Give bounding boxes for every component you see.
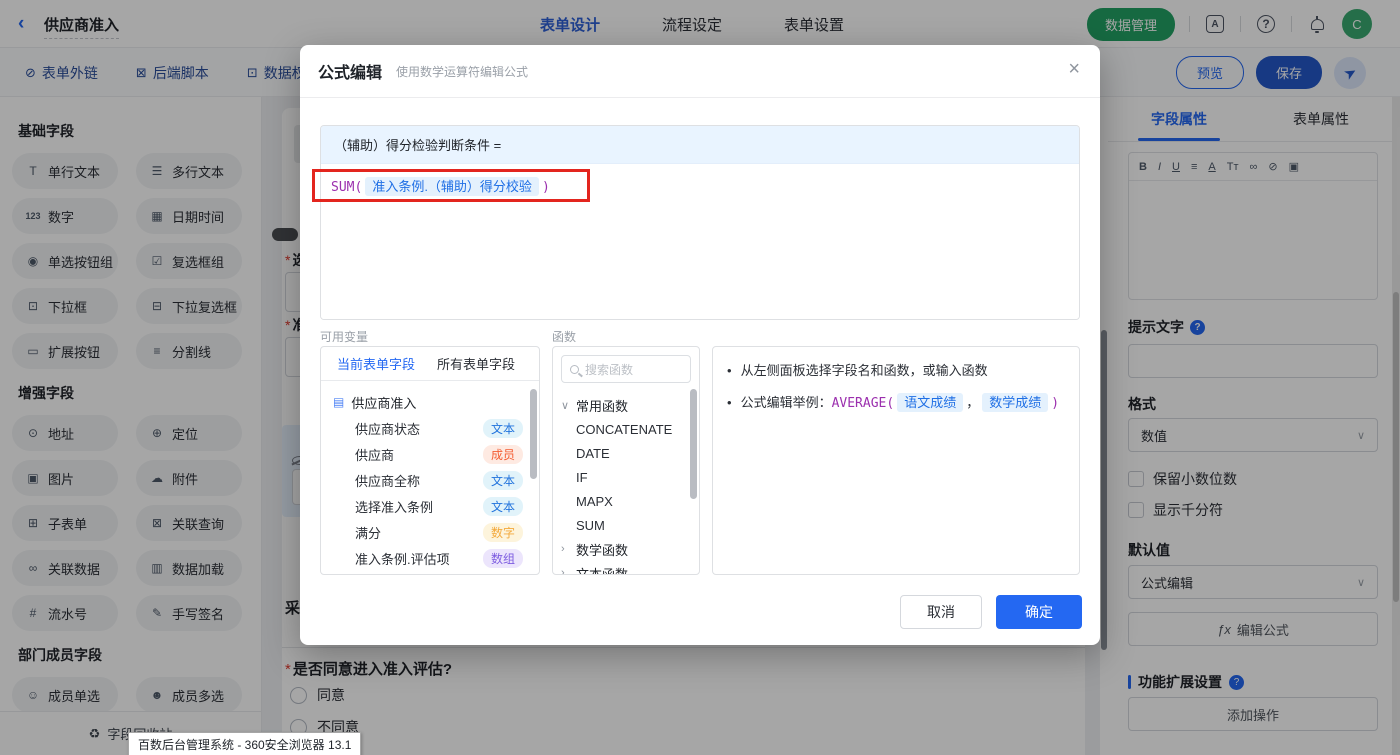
variable-row[interactable]: 供应商全称 文本 (333, 467, 529, 493)
function-group-math[interactable]: › 数学函数 (561, 537, 699, 561)
function-item-concatenate[interactable]: CONCATENATE (561, 417, 699, 441)
variables-tree: ▤ 供应商准入 供应商状态 文本 供应商 成员 供应商全称 文本 选择准入条例 (321, 381, 539, 571)
variable-name: 供应商 (355, 445, 394, 464)
variable-row[interactable]: 满分 数字 (333, 519, 529, 545)
type-badge: 文本 (483, 497, 523, 516)
formula-target-text: （辅助）得分检验判断条件 = (334, 135, 501, 154)
formula-editor-box: （辅助）得分检验判断条件 = SUM(准入条例.（辅助）得分校验) (320, 125, 1080, 320)
variable-row[interactable]: 供应商 成员 (333, 441, 529, 467)
dialog-title: 公式编辑 (318, 59, 382, 83)
variable-name: 供应商状态 (355, 419, 420, 438)
search-placeholder: 搜索函数 (585, 361, 633, 378)
functions-scrollbar-thumb[interactable] (690, 389, 697, 499)
hint-text: 从左侧面板选择字段名和函数，或输入函数 (741, 361, 988, 381)
example-close-paren: ) (1051, 396, 1059, 411)
function-item-mapx[interactable]: MAPX (561, 489, 699, 513)
hint-panel: • 从左侧面板选择字段名和函数，或输入函数 • 公式编辑举例：AVERAGE(语… (712, 346, 1080, 575)
formula-close-paren: ) (542, 180, 550, 195)
variables-panel: 当前表单字段 所有表单字段 ▤ 供应商准入 供应商状态 文本 供应商 成员 供应… (320, 346, 540, 575)
variables-tabs: 当前表单字段 所有表单字段 (321, 347, 539, 381)
group-label: 文本函数 (576, 564, 628, 576)
formula-edit-dialog: 公式编辑 使用数学运算符编辑公式 × （辅助）得分检验判断条件 = SUM(准入… (300, 45, 1100, 645)
variable-name: 选择准入条例 (355, 497, 433, 516)
type-badge: 成员 (483, 445, 523, 464)
formula-target-bar: （辅助）得分检验判断条件 = (321, 126, 1079, 164)
hint-line-1: • 从左侧面板选择字段名和函数，或输入函数 (727, 361, 1065, 381)
search-icon (570, 365, 579, 374)
functions-label: 函数 (552, 328, 576, 345)
hint-example: 公式编辑举例：AVERAGE(语文成绩，数学成绩) (741, 393, 1060, 414)
variables-label: 可用变量 (320, 328, 368, 345)
cancel-button[interactable]: 取消 (900, 595, 982, 629)
example-token: 语文成绩 (897, 393, 963, 412)
variable-name: 满分 (355, 523, 381, 542)
tree-root-form[interactable]: ▤ 供应商准入 (333, 389, 529, 415)
formula-input-area[interactable]: SUM(准入条例.（辅助）得分校验) (321, 164, 1079, 320)
variable-row[interactable]: 供应商状态 文本 (333, 415, 529, 441)
bullet-icon: • (727, 361, 732, 381)
variable-name: 供应商全称 (355, 471, 420, 490)
tree-root-label: 供应商准入 (351, 393, 416, 412)
variable-row[interactable]: 选择准入条例 文本 (333, 493, 529, 519)
close-icon[interactable]: × (1068, 59, 1080, 79)
type-badge: 数字 (483, 523, 523, 542)
tab-current-form-fields[interactable]: 当前表单字段 (337, 354, 415, 373)
type-badge: 数组 (483, 549, 523, 568)
variable-row[interactable]: 准入条例.评估项 数组 (333, 545, 529, 571)
confirm-button[interactable]: 确定 (996, 595, 1082, 629)
dialog-subtitle: 使用数学运算符编辑公式 (396, 63, 528, 80)
bullet-icon: • (727, 393, 732, 414)
formula-field-token[interactable]: 准入条例.（辅助）得分校验 (365, 177, 539, 196)
function-search-input[interactable]: 搜索函数 (561, 355, 691, 383)
variables-scrollbar-thumb[interactable] (530, 389, 537, 479)
chevron-collapsed-icon: › (561, 567, 570, 575)
functions-tree: ∨ 常用函数 CONCATENATE DATE IF MAPX SUM › 数学… (553, 391, 699, 575)
chevron-collapsed-icon: › (561, 543, 570, 555)
dialog-header: 公式编辑 使用数学运算符编辑公式 (300, 45, 1100, 98)
app-window: ‹ 供应商准入 表单设计 流程设定 表单设置 数据管理 A ? C ⊘ 表单外链… (0, 0, 1400, 755)
dialog-footer: 取消 确定 (900, 595, 1082, 629)
hint-line-2: • 公式编辑举例：AVERAGE(语文成绩，数学成绩) (727, 393, 1065, 414)
example-function-name: AVERAGE( (832, 396, 895, 411)
function-item-sum[interactable]: SUM (561, 513, 699, 537)
function-item-if[interactable]: IF (561, 465, 699, 489)
chevron-expanded-icon: ∨ (561, 399, 570, 412)
browser-status-tooltip: 百数后台管理系统 - 360安全浏览器 13.1 (128, 732, 361, 755)
group-label: 常用函数 (576, 396, 628, 415)
function-item-date[interactable]: DATE (561, 441, 699, 465)
group-label: 数学函数 (576, 540, 628, 559)
example-token: 数学成绩 (982, 393, 1048, 412)
document-icon: ▤ (333, 395, 344, 409)
hint-example-prefix: 公式编辑举例： (741, 395, 832, 410)
example-comma: ， (966, 395, 979, 410)
variable-name: 准入条例.评估项 (355, 549, 450, 568)
function-group-text[interactable]: › 文本函数 (561, 561, 699, 575)
functions-panel: 搜索函数 ∨ 常用函数 CONCATENATE DATE IF MAPX SUM… (552, 346, 700, 575)
tab-all-form-fields[interactable]: 所有表单字段 (437, 354, 515, 373)
formula-function-name: SUM( (331, 180, 362, 195)
type-badge: 文本 (483, 419, 523, 438)
type-badge: 文本 (483, 471, 523, 490)
function-group-common[interactable]: ∨ 常用函数 (561, 393, 699, 417)
